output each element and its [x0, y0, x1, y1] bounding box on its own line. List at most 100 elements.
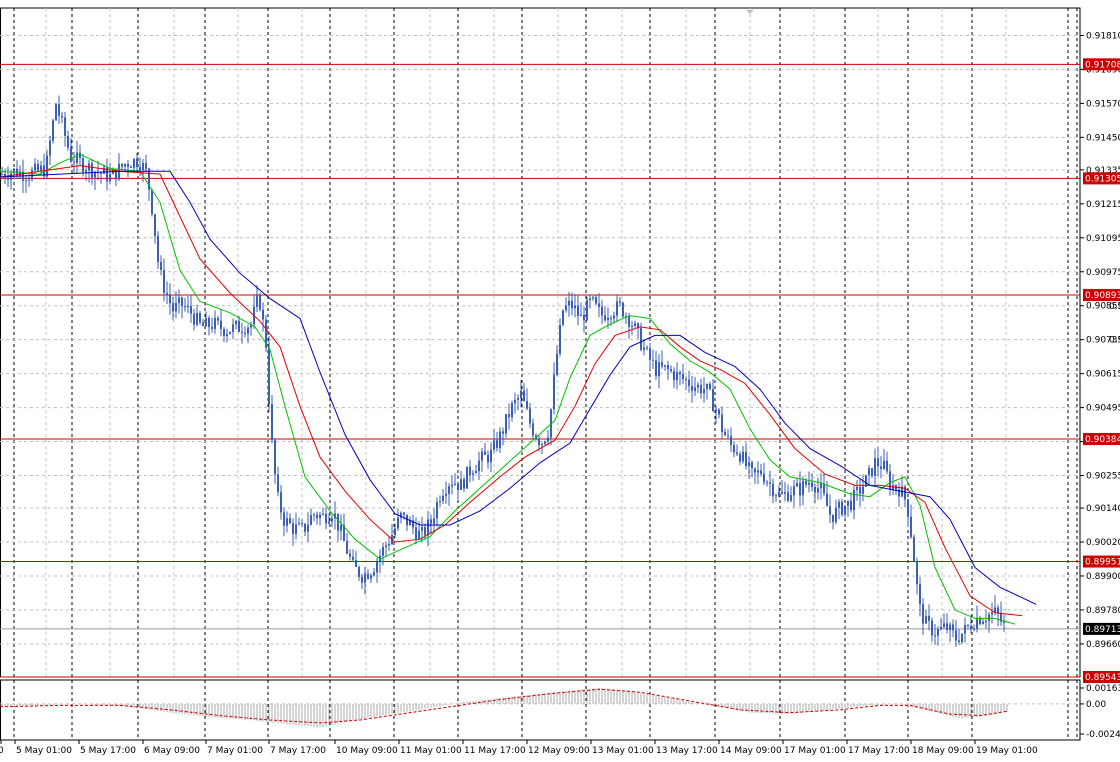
level-tag-label: 0.91305	[1085, 174, 1120, 184]
candle-body	[811, 482, 813, 488]
price-chart: 0.918100.916900.915700.914500.913350.912…	[0, 7, 1120, 756]
candle-body	[664, 365, 666, 367]
candle-body	[523, 390, 525, 402]
candle-body	[613, 315, 615, 319]
candle-body	[313, 514, 315, 516]
candle-body	[757, 470, 759, 473]
candle-body	[784, 492, 786, 494]
candle-body	[598, 303, 600, 307]
candle-body	[310, 515, 312, 525]
x-tick-label: 5 May 17:00	[80, 746, 136, 756]
candle-body	[229, 331, 231, 334]
candle-body	[262, 309, 264, 320]
price-scale-label: 0.91215	[1086, 200, 1120, 210]
price-scale-label: 0.90495	[1086, 404, 1120, 414]
candle-body	[574, 305, 576, 309]
candle-body	[745, 451, 747, 467]
candle-body	[559, 324, 561, 354]
candle-body	[853, 490, 855, 511]
candle-body	[331, 518, 333, 522]
horizontal-level-tag: 0.89951	[1083, 555, 1120, 568]
x-tick-label: 17 May 01:00	[784, 746, 846, 756]
candle-body	[67, 136, 69, 148]
candle-body	[478, 460, 480, 472]
candle-body	[508, 414, 510, 418]
candle-body	[946, 623, 948, 631]
candle-body	[517, 398, 519, 400]
candle-body	[571, 300, 573, 309]
candle-body	[565, 305, 567, 311]
candle-body	[844, 505, 846, 515]
candle-body	[184, 306, 186, 308]
candle-body	[697, 384, 699, 388]
candle-body	[241, 332, 243, 334]
level-tag-label: 0.89951	[1085, 558, 1120, 568]
candle-body	[82, 158, 84, 173]
candle-body	[658, 362, 660, 377]
candle-body	[604, 315, 606, 321]
osc-scale-label: 0.001636	[1086, 684, 1120, 694]
candle-body	[307, 524, 309, 532]
candle-body	[355, 559, 357, 567]
candle-body	[100, 172, 102, 174]
candle-body	[808, 482, 810, 485]
candle-body	[169, 295, 171, 304]
candle-body	[775, 495, 777, 497]
candle-body	[163, 269, 165, 293]
candle-body	[880, 466, 882, 469]
candle-body	[430, 519, 432, 524]
candle-body	[460, 479, 462, 490]
candle-body	[124, 163, 126, 167]
candle-body	[214, 318, 216, 329]
candle-body	[676, 372, 678, 381]
candle-body	[79, 152, 81, 159]
price-scale-label: 0.89660	[1086, 640, 1120, 650]
candle-body	[121, 163, 123, 167]
candle-body	[586, 300, 588, 321]
candle-body	[424, 527, 426, 536]
x-tick-label: 11 May 17:00	[464, 746, 526, 756]
candle-body	[61, 115, 63, 118]
candle-body	[961, 633, 963, 642]
candle-body	[211, 326, 213, 329]
candle-body	[706, 383, 708, 390]
candle-body	[958, 640, 960, 642]
candle-body	[835, 507, 837, 523]
candle-body	[730, 435, 732, 446]
candle-body	[217, 318, 219, 321]
candle-body	[292, 523, 294, 534]
candle-body	[433, 518, 435, 524]
candle-body	[364, 573, 366, 583]
candle-body	[733, 445, 735, 453]
candle-body	[688, 379, 690, 386]
candle-body	[76, 152, 78, 163]
candle-body	[766, 482, 768, 484]
candle-body	[751, 462, 753, 469]
candle-body	[907, 499, 909, 517]
candle-body	[940, 627, 942, 630]
candle-body	[919, 584, 921, 605]
current-price-label: 0.89713	[1085, 625, 1120, 635]
candle-body	[274, 439, 276, 475]
candle-body	[928, 615, 930, 621]
candle-body	[145, 163, 147, 169]
candle-body	[631, 325, 633, 327]
chart-root: 0.91810 0.91690 0.91570 0.91450 0.91335 0.912…	[0, 0, 1120, 758]
candle-body	[448, 486, 450, 494]
price-scale-label: 0.90140	[1086, 504, 1120, 514]
candle-body	[199, 312, 201, 323]
right-edge-label: 0.90735	[1109, 336, 1120, 346]
candle-body	[691, 385, 693, 391]
horizontal-level-tag: 0.90384	[1083, 433, 1120, 446]
candle-body	[256, 295, 258, 307]
candle-body	[244, 332, 246, 334]
candle-body	[301, 523, 303, 525]
candle-body	[826, 493, 828, 507]
candle-body	[247, 327, 249, 334]
candle-body	[577, 305, 579, 316]
candle-body	[463, 479, 465, 489]
candle-body	[490, 449, 492, 463]
price-scale-label: 0.89900	[1086, 572, 1120, 582]
candle-body	[367, 573, 369, 579]
x-tick-label: 18 May 09:00	[912, 746, 974, 756]
